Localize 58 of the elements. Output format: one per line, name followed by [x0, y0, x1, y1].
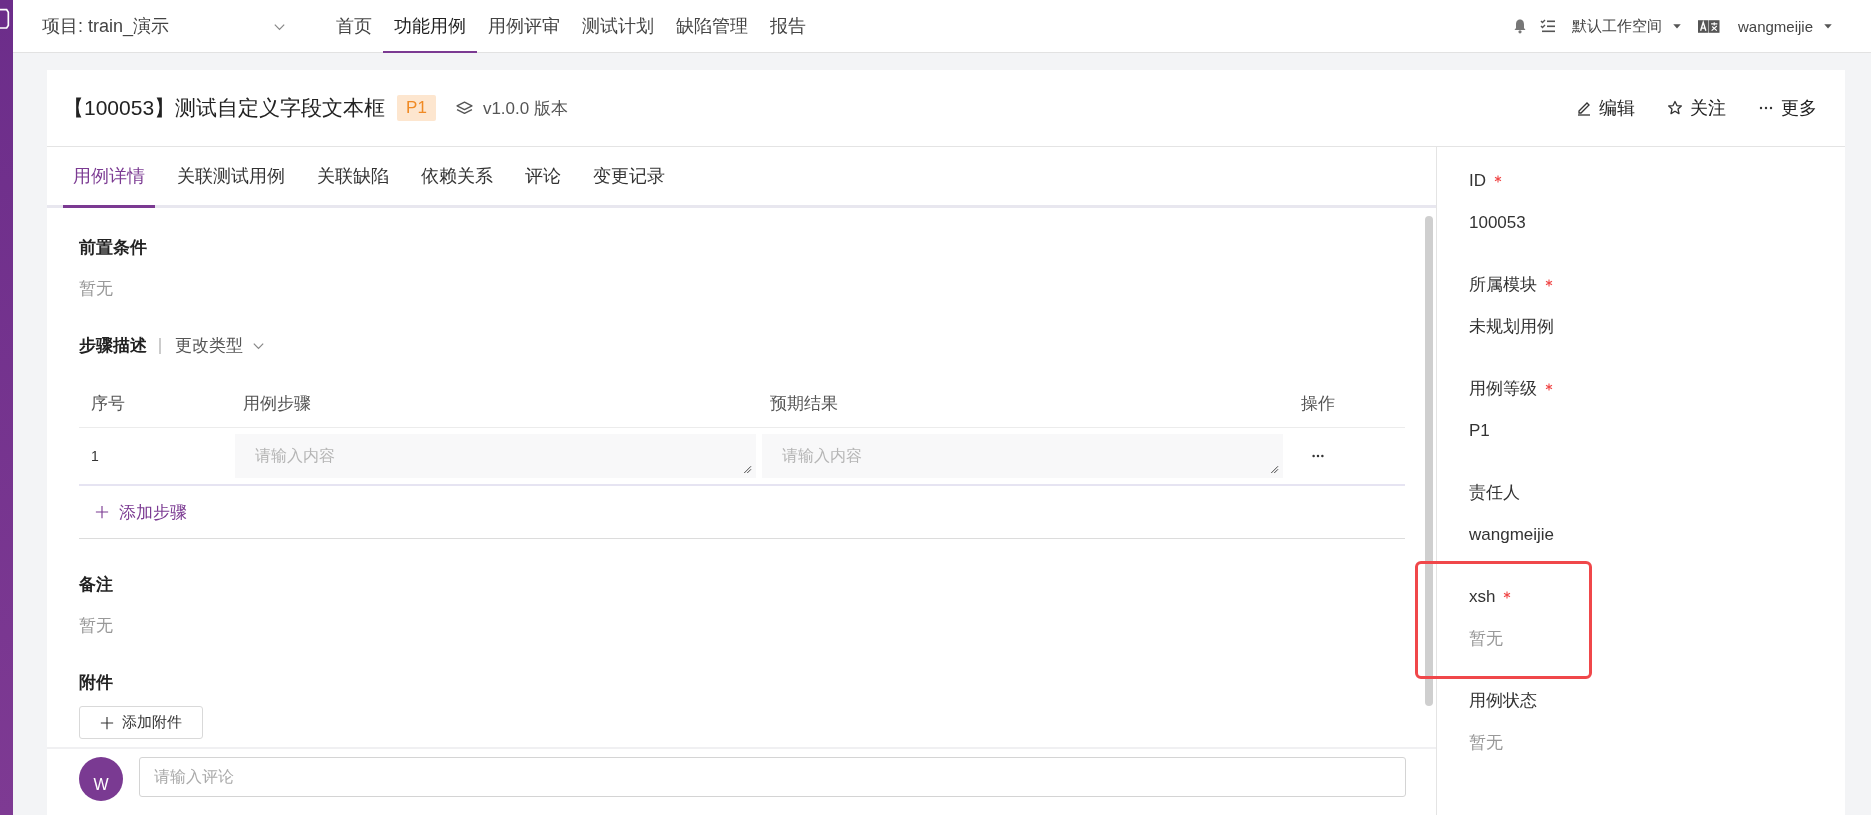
add-attachment-button[interactable]: 添加附件 — [79, 706, 203, 739]
column-header: 序号 — [90, 392, 126, 415]
section-title: 前置条件 — [79, 237, 148, 259]
field-label: 用例状态 — [1469, 690, 1537, 712]
section-value: 暂无 — [79, 278, 114, 300]
project-select[interactable]: 项目: train_演示 — [42, 14, 297, 38]
section-title: 备注 — [79, 574, 114, 596]
workspace-select[interactable]: 默认工作空间 — [1571, 16, 1682, 36]
checklist-icon — [1539, 18, 1556, 34]
tab[interactable]: 关联测试用例 — [167, 147, 295, 208]
tab[interactable]: 依赖关系 — [411, 147, 503, 208]
user-menu[interactable]: wangmeijie — [1737, 17, 1833, 35]
pencil-icon — [1576, 100, 1592, 116]
version-label: v1.0.0 版本 — [482, 97, 568, 120]
section-title: 步骤描述 — [79, 335, 147, 357]
field-value: 100053 — [1469, 212, 1527, 234]
field-label: 责任人 — [1469, 482, 1520, 504]
table-cell-text: 1 — [90, 448, 100, 464]
action-button[interactable]: 更多 — [1758, 96, 1817, 120]
section-title: 附件 — [79, 672, 114, 694]
field-value: wangmeijie — [1469, 524, 1556, 546]
nav-tab[interactable]: 首页 — [325, 0, 383, 53]
tab[interactable]: 变更记录 — [583, 147, 675, 208]
plus-icon — [95, 505, 109, 519]
caret-down-icon — [1823, 21, 1833, 31]
field-value: 暂无 — [1469, 732, 1504, 754]
field-value: P1 — [1469, 420, 1491, 442]
action-button[interactable]: 编辑 — [1576, 96, 1635, 120]
translate-icon — [1697, 17, 1720, 35]
tab[interactable]: 关联缺陷 — [307, 147, 399, 208]
nav-tab[interactable]: 缺陷管理 — [665, 0, 759, 53]
scrollbar[interactable] — [1425, 216, 1433, 706]
field-value: 未规划用例 — [1469, 316, 1555, 338]
tab[interactable]: 评论 — [515, 147, 571, 208]
user-avatar: W — [79, 757, 123, 801]
tab[interactable]: 用例详情 — [63, 147, 155, 208]
resize-handle-icon — [1269, 464, 1281, 476]
comment-field[interactable]: 请输入评论 — [139, 757, 1406, 797]
resize-handle-icon — [742, 464, 754, 476]
nav-tab[interactable]: 报告 — [759, 0, 817, 53]
layers-icon — [455, 99, 473, 117]
column-header: 操作 — [1300, 392, 1336, 415]
section-value: 暂无 — [79, 615, 114, 637]
logo-icon[interactable] — [0, 6, 10, 30]
nav-tab[interactable]: 测试计划 — [571, 0, 665, 53]
plus-icon — [100, 715, 114, 730]
action-button[interactable]: 关注 — [1667, 96, 1726, 120]
star-icon — [1667, 100, 1683, 116]
nav-tab[interactable]: 用例评审 — [477, 0, 571, 53]
caret-down-icon — [1671, 21, 1682, 31]
add-step-link[interactable]: 添加步骤 — [95, 500, 187, 524]
nav-tab[interactable]: 功能用例 — [383, 0, 477, 53]
column-header: 预期结果 — [769, 392, 839, 415]
case-title: 【100053】测试自定义字段文本框 — [63, 95, 386, 121]
type-dropdown[interactable]: 更改类型 — [175, 334, 266, 357]
field-value: 暂无 — [1469, 628, 1504, 650]
priority-badge: P1 — [397, 95, 436, 121]
column-header: 用例步骤 — [242, 392, 312, 415]
